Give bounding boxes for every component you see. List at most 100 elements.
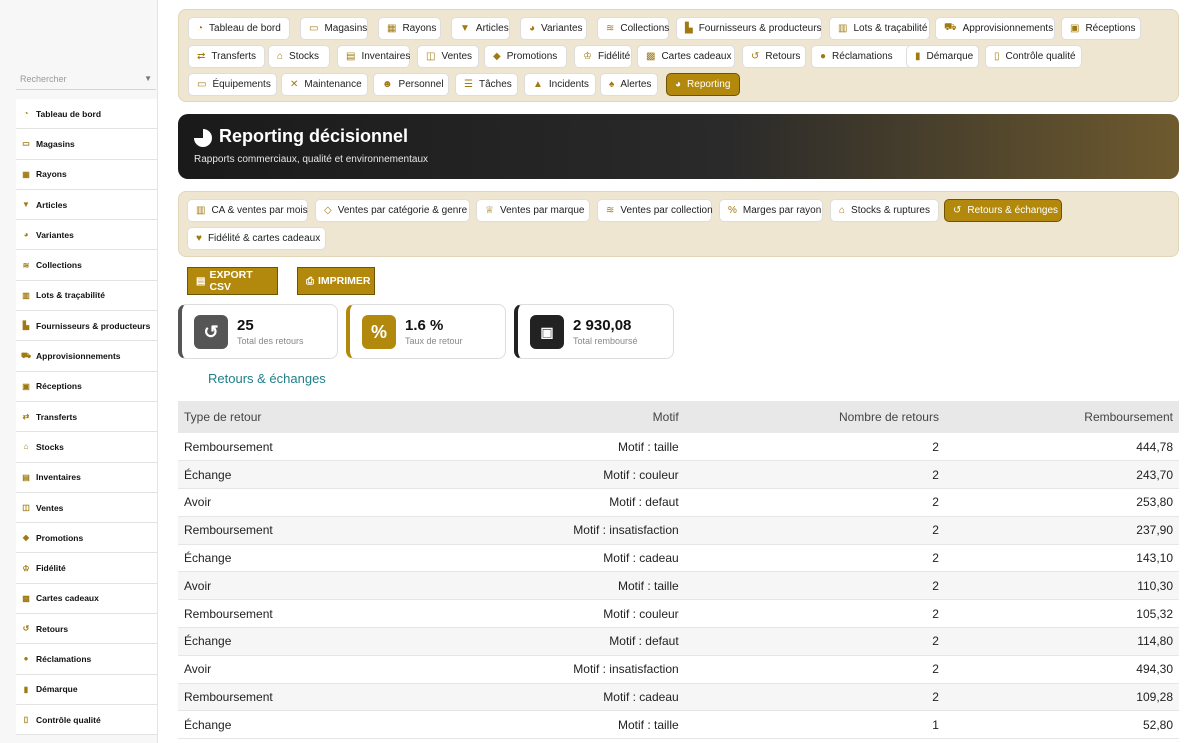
nav-chip-promotions[interactable]: ◆ Promotions [484, 45, 567, 68]
warehouse-icon: ⌂ [839, 205, 846, 216]
page-title: Reporting décisionnel [219, 126, 409, 146]
chevron-down-icon: ▼ [144, 74, 152, 83]
nav-chip-equipements[interactable]: ▭ Équipements [188, 73, 277, 96]
report-tab-ventes-par-collection[interactable]: ≋ Ventes par collection [597, 199, 713, 222]
nav-chip-reporting[interactable]: ◕ Reporting [666, 73, 740, 96]
column-header[interactable]: Motif [411, 401, 685, 433]
sidebar-item-transferts[interactable]: ⇄ Transferts [16, 401, 157, 433]
nav-chip-label: Incidents [548, 79, 589, 90]
report-tab-ventes-par-marque[interactable]: ♕ Ventes par marque [476, 199, 590, 222]
print-button[interactable]: ⎙ IMPRIMER [297, 267, 375, 295]
table-cell: Motif : cadeau [411, 683, 685, 712]
sidebar-item-cartes-cadeaux[interactable]: ▩ Cartes cadeaux [16, 583, 157, 615]
palette-icon: ◕ [529, 23, 536, 34]
report-tab-retours-echanges[interactable]: ↺ Retours & échanges [944, 199, 1062, 222]
grid-icon: ▦ [387, 23, 397, 34]
sidebar-item-inventaires[interactable]: ▤ Inventaires [16, 462, 157, 493]
nav-chip-receptions[interactable]: ▣ Réceptions [1061, 17, 1141, 40]
table-row: Avoir Motif : defaut 2 253,80 [178, 488, 1179, 517]
export-csv-button[interactable]: ▤ EXPORT CSV [187, 267, 278, 295]
nav-chip-maintenance[interactable]: ✕ Maintenance [281, 73, 368, 96]
nav-chip-label: Cartes cadeaux [661, 51, 732, 62]
table-cell: 2 [684, 516, 945, 545]
comment-icon: ● [23, 654, 29, 664]
sidebar-item-collections[interactable]: ≋ Collections [16, 250, 157, 281]
medal-icon: ♔ [22, 563, 30, 573]
medal-icon: ♔ [583, 51, 592, 62]
nav-chip-fidelite[interactable]: ♔ Fidélité [574, 45, 632, 68]
pie-chart-icon: ◕ [675, 79, 682, 90]
nav-chip-cartes-cadeaux[interactable]: ▩ Cartes cadeaux [637, 45, 735, 68]
report-tab-label: Stocks & ruptures [851, 205, 930, 216]
sidebar-item-stocks[interactable]: ⌂ Stocks [16, 432, 157, 463]
nav-chip-ventes[interactable]: ◫ Ventes [417, 45, 479, 68]
nav-chip-tableau-de-bord[interactable]: ◔ Tableau de bord [188, 17, 290, 40]
column-header[interactable]: Remboursement [944, 401, 1179, 433]
sidebar-item-label: Transferts [36, 411, 78, 422]
sidebar-item-rayons[interactable]: ▦ Rayons [16, 159, 157, 190]
sidebar-item-demarque[interactable]: ▮ Démarque [16, 674, 157, 705]
nav-chip-fournisseurs-producteurs[interactable]: ▙ Fournisseurs & producteurs [676, 17, 822, 40]
table-row: Échange Motif : couleur 2 243,70 [178, 460, 1179, 490]
table-cell: 2 [684, 544, 945, 573]
nav-chip-incidents[interactable]: ▲ Incidents [524, 73, 596, 96]
nav-chip-magasins[interactable]: ▭ Magasins [300, 17, 368, 40]
report-tab-stocks-ruptures[interactable]: ⌂ Stocks & ruptures [830, 199, 939, 222]
sidebar-item-articles[interactable]: ▼ Articles [16, 189, 157, 221]
sidebar-item-approvisionnements[interactable]: ⛟ Approvisionnements [16, 341, 157, 372]
sidebar-item-receptions[interactable]: ▣ Réceptions [16, 371, 157, 402]
nav-chip-lots-tracabilite[interactable]: ▥ Lots & traçabilité [829, 17, 930, 40]
shirt-icon: ▼ [460, 23, 470, 34]
sidebar-item-magasins[interactable]: ▭ Magasins [16, 129, 157, 160]
nav-chip-approvisionnements[interactable]: ⛟ Approvisionnements [935, 17, 1055, 40]
column-header[interactable]: Nombre de retours [684, 401, 945, 433]
nav-chip-label: Fournisseurs & producteurs [698, 23, 822, 34]
report-tab-fidelite-cartes-cadeaux[interactable]: ♥ Fidélité & cartes cadeaux [187, 227, 326, 250]
factory-icon: ▙ [22, 321, 30, 331]
report-tab-label: Fidélité & cartes cadeaux [207, 233, 321, 244]
warning-icon: ▲ [533, 79, 543, 90]
nav-chip-articles[interactable]: ▼ Articles [451, 17, 510, 40]
sidebar-item-controle-qualite[interactable]: ▯ Contrôle qualité [16, 704, 157, 736]
report-tab-ca-ventes-par-mois[interactable]: ▥ CA & ventes par mois [187, 199, 308, 222]
nav-chip-collections[interactable]: ≋ Collections [597, 17, 669, 40]
nav-chip-rayons[interactable]: ▦ Rayons [378, 17, 441, 40]
nav-chip-reclamations[interactable]: ● Réclamations [811, 45, 914, 68]
page-header: Reporting décisionnel Rapports commercia… [178, 114, 1179, 179]
report-tab-marges-par-rayon[interactable]: % Marges par rayon [719, 199, 823, 222]
sidebar-item-fournisseurs-producteurs[interactable]: ▙ Fournisseurs & producteurs [16, 311, 157, 342]
sidebar-item-tableau-de-bord[interactable]: ◔ Tableau de bord [16, 99, 157, 130]
percent-icon: % [362, 315, 396, 349]
nav-chip-alertes[interactable]: ♠ Alertes [600, 73, 658, 96]
sidebar-item-label: Cartes cadeaux [36, 593, 99, 604]
nav-chip-personnel[interactable]: ☻ Personnel [373, 73, 449, 96]
sidebar-item-variantes[interactable]: ◕ Variantes [16, 220, 157, 251]
nav-chip-retours[interactable]: ↺ Retours [742, 45, 806, 68]
store-icon: ▭ [309, 23, 319, 34]
nav-chip-label: Articles [475, 23, 509, 34]
nav-chip-controle-qualite[interactable]: ▯ Contrôle qualité [985, 45, 1082, 68]
sidebar-item-reclamations[interactable]: ● Réclamations [16, 644, 157, 675]
nav-chip-variantes[interactable]: ◕ Variantes [520, 17, 587, 40]
nav-chip-inventaires[interactable]: ▤ Inventaires [337, 45, 410, 68]
sidebar-item-label: Articles [36, 199, 68, 210]
sidebar-search-select[interactable]: Rechercher ▼ [16, 70, 156, 90]
sidebar-search-placeholder: Rechercher [20, 74, 67, 84]
sidebar-item-lots-tracabilite[interactable]: ▥ Lots & traçabilité [16, 280, 157, 312]
sidebar-item-fidelite[interactable]: ♔ Fidélité [16, 553, 157, 584]
sidebar-item-ventes[interactable]: ◫ Ventes [16, 492, 157, 524]
nav-chip-demarque[interactable]: ▮ Démarque [906, 45, 979, 68]
check-icon: ▯ [994, 51, 1000, 62]
nav-chip-label: Transferts [211, 51, 257, 62]
nav-chip-stocks[interactable]: ⌂ Stocks [268, 45, 330, 68]
nav-chip-transferts[interactable]: ⇄ Transferts [188, 45, 265, 68]
bell-icon: ♠ [609, 79, 615, 90]
returns-table: Type de retour Motif Nombre de retours R… [178, 401, 1179, 740]
table-row: Échange Motif : taille 1 52,80 [178, 710, 1179, 740]
column-header[interactable]: Type de retour [178, 401, 412, 433]
report-tab-ventes-par-categorie-genre[interactable]: ◇ Ventes par catégorie & genre [315, 199, 470, 222]
nav-chip-taches[interactable]: ☰ Tâches [455, 73, 518, 96]
report-tab-label: Ventes par marque [499, 205, 585, 216]
sidebar-item-promotions[interactable]: ◆ Promotions [16, 523, 157, 554]
sidebar-item-retours[interactable]: ↺ Retours [16, 614, 157, 645]
